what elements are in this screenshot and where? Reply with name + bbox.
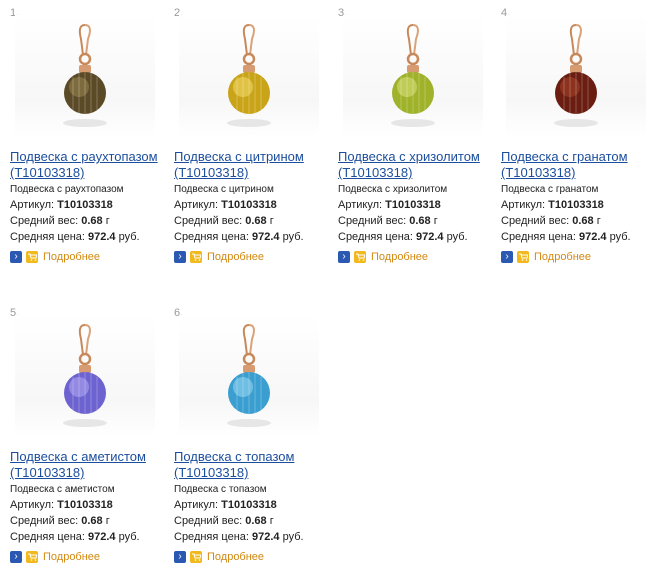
product-actions: › Подробнее	[174, 250, 264, 264]
cart-icon[interactable]	[517, 251, 529, 263]
product-actions: › Подробнее	[10, 250, 100, 264]
pendant-illustration	[391, 24, 435, 127]
weight-row: Средний вес: 0.68 г	[174, 215, 274, 227]
product-image[interactable]	[343, 15, 483, 137]
go-arrow-icon[interactable]: ›	[10, 251, 22, 263]
go-arrow-icon[interactable]: ›	[338, 251, 350, 263]
more-details-link[interactable]: Подробнее	[371, 251, 428, 263]
weight-row: Средний вес: 0.68 г	[338, 215, 438, 227]
more-details-link[interactable]: Подробнее	[43, 251, 100, 263]
product-actions: › Подробнее	[338, 250, 428, 264]
product-image[interactable]	[179, 15, 319, 137]
weight-row: Средний вес: 0.68 г	[501, 215, 601, 227]
pendant-illustration	[554, 24, 598, 127]
article-row: Артикул: T10103318	[174, 499, 277, 511]
product-title-link[interactable]: Подвеска с аметистом (T10103318)	[10, 449, 160, 481]
more-details-link[interactable]: Подробнее	[534, 251, 591, 263]
product-description: Подвеска с гранатом	[501, 184, 599, 195]
product-image[interactable]	[179, 315, 319, 437]
product-title-link[interactable]: Подвеска с хризолитом (T10103318)	[338, 149, 488, 181]
more-details-link[interactable]: Подробнее	[207, 551, 264, 563]
product-actions: › Подробнее	[174, 550, 264, 564]
pendant-illustration	[63, 324, 107, 427]
article-row: Артикул: T10103318	[174, 199, 277, 211]
product-description: Подвеска с хризолитом	[338, 184, 448, 195]
pendant-illustration	[227, 324, 271, 427]
go-arrow-icon[interactable]: ›	[501, 251, 513, 263]
product-actions: › Подробнее	[501, 250, 591, 264]
cart-icon[interactable]	[190, 251, 202, 263]
weight-row: Средний вес: 0.68 г	[10, 515, 110, 527]
product-description: Подвеска с раухтопазом	[10, 184, 124, 195]
cart-icon[interactable]	[190, 551, 202, 563]
price-row: Средняя цена: 972.4 руб.	[174, 531, 304, 543]
article-row: Артикул: T10103318	[501, 199, 604, 211]
weight-row: Средний вес: 0.68 г	[10, 215, 110, 227]
product-title-link[interactable]: Подвеска с гранатом (T10103318)	[501, 149, 651, 181]
price-row: Средняя цена: 972.4 руб.	[10, 531, 140, 543]
go-arrow-icon[interactable]: ›	[174, 551, 186, 563]
price-row: Средняя цена: 972.4 руб.	[10, 231, 140, 243]
more-details-link[interactable]: Подробнее	[43, 551, 100, 563]
price-row: Средняя цена: 972.4 руб.	[338, 231, 468, 243]
product-image[interactable]	[15, 15, 155, 137]
product-title-link[interactable]: Подвеска с топазом (T10103318)	[174, 449, 324, 481]
cart-icon[interactable]	[26, 551, 38, 563]
article-row: Артикул: T10103318	[10, 499, 113, 511]
article-row: Артикул: T10103318	[338, 199, 441, 211]
go-arrow-icon[interactable]: ›	[174, 251, 186, 263]
pendant-illustration	[63, 24, 107, 127]
article-row: Артикул: T10103318	[10, 199, 113, 211]
product-description: Подвеска с топазом	[174, 484, 267, 495]
price-row: Средняя цена: 972.4 руб.	[174, 231, 304, 243]
more-details-link[interactable]: Подробнее	[207, 251, 264, 263]
weight-row: Средний вес: 0.68 г	[174, 515, 274, 527]
price-row: Средняя цена: 972.4 руб.	[501, 231, 631, 243]
product-image[interactable]	[506, 15, 646, 137]
product-title-link[interactable]: Подвеска с раухтопазом (T10103318)	[10, 149, 160, 181]
cart-icon[interactable]	[354, 251, 366, 263]
product-title-link[interactable]: Подвеска с цитрином (T10103318)	[174, 149, 324, 181]
product-actions: › Подробнее	[10, 550, 100, 564]
pendant-illustration	[227, 24, 271, 127]
cart-icon[interactable]	[26, 251, 38, 263]
product-description: Подвеска с цитрином	[174, 184, 274, 195]
product-description: Подвеска с аметистом	[10, 484, 115, 495]
go-arrow-icon[interactable]: ›	[10, 551, 22, 563]
product-image[interactable]	[15, 315, 155, 437]
